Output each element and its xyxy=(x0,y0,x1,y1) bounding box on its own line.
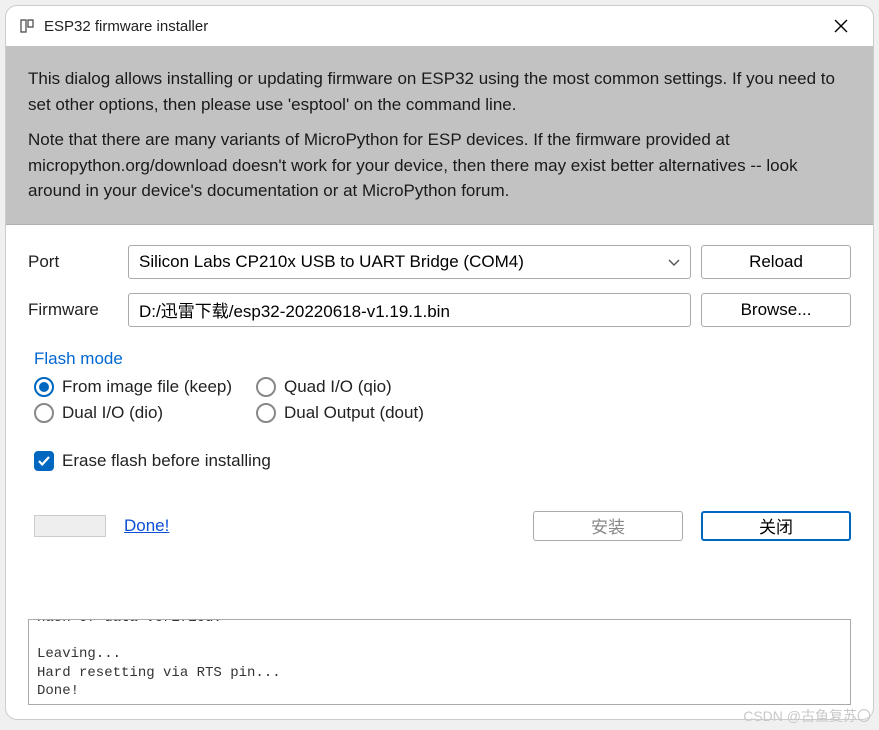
info-paragraph-1: This dialog allows installing or updatin… xyxy=(28,66,851,117)
info-panel: This dialog allows installing or updatin… xyxy=(6,46,873,225)
port-select-value: Silicon Labs CP210x USB to UART Bridge (… xyxy=(139,252,524,272)
radio-label: Quad I/O (qio) xyxy=(284,377,392,397)
info-paragraph-2: Note that there are many variants of Mic… xyxy=(28,127,851,204)
window-title: ESP32 firmware installer xyxy=(44,18,823,35)
progress-bar xyxy=(34,515,106,537)
action-row: Done! 安装 关闭 xyxy=(28,511,851,541)
erase-row: Erase flash before installing xyxy=(28,451,851,471)
flash-mode-option-keep[interactable]: From image file (keep) xyxy=(34,377,256,397)
flash-mode-option-dout[interactable]: Dual Output (dout) xyxy=(256,403,456,423)
radio-label: From image file (keep) xyxy=(62,377,232,397)
radio-icon xyxy=(256,377,276,397)
browse-button[interactable]: Browse... xyxy=(701,293,851,327)
flash-mode-legend: Flash mode xyxy=(28,349,851,369)
log-output[interactable]: Hash of data verified. Leaving... Hard r… xyxy=(28,619,851,705)
erase-checkbox[interactable]: Erase flash before installing xyxy=(34,451,851,471)
firmware-row: Firmware Browse... xyxy=(28,293,851,327)
chevron-down-icon xyxy=(668,252,680,272)
erase-label: Erase flash before installing xyxy=(62,451,271,471)
flash-mode-radio-group: From image file (keep) Quad I/O (qio) Du… xyxy=(28,377,851,423)
radio-label: Dual Output (dout) xyxy=(284,403,424,423)
flash-mode-fieldset: Flash mode From image file (keep) Quad I… xyxy=(28,349,851,423)
firmware-label: Firmware xyxy=(28,300,118,320)
titlebar: ESP32 firmware installer xyxy=(6,6,873,46)
flash-mode-option-qio[interactable]: Quad I/O (qio) xyxy=(256,377,456,397)
install-button[interactable]: 安装 xyxy=(533,511,683,541)
radio-label: Dual I/O (dio) xyxy=(62,403,163,423)
status-link[interactable]: Done! xyxy=(124,516,169,536)
radio-icon xyxy=(256,403,276,423)
app-icon xyxy=(18,17,36,35)
flash-mode-option-dio[interactable]: Dual I/O (dio) xyxy=(34,403,256,423)
firmware-input[interactable] xyxy=(128,293,691,327)
radio-icon xyxy=(34,377,54,397)
radio-icon xyxy=(34,403,54,423)
watermark: CSDN @古鱼复苏〇 xyxy=(743,706,871,726)
reload-button[interactable]: Reload xyxy=(701,245,851,279)
content-area: Port Silicon Labs CP210x USB to UART Bri… xyxy=(6,225,873,602)
close-button[interactable]: 关闭 xyxy=(701,511,851,541)
port-row: Port Silicon Labs CP210x USB to UART Bri… xyxy=(28,245,851,279)
dialog-window: ESP32 firmware installer This dialog all… xyxy=(5,5,874,720)
checkbox-checked-icon xyxy=(34,451,54,471)
close-icon[interactable] xyxy=(823,10,859,42)
port-select[interactable]: Silicon Labs CP210x USB to UART Bridge (… xyxy=(128,245,691,279)
port-label: Port xyxy=(28,252,118,272)
